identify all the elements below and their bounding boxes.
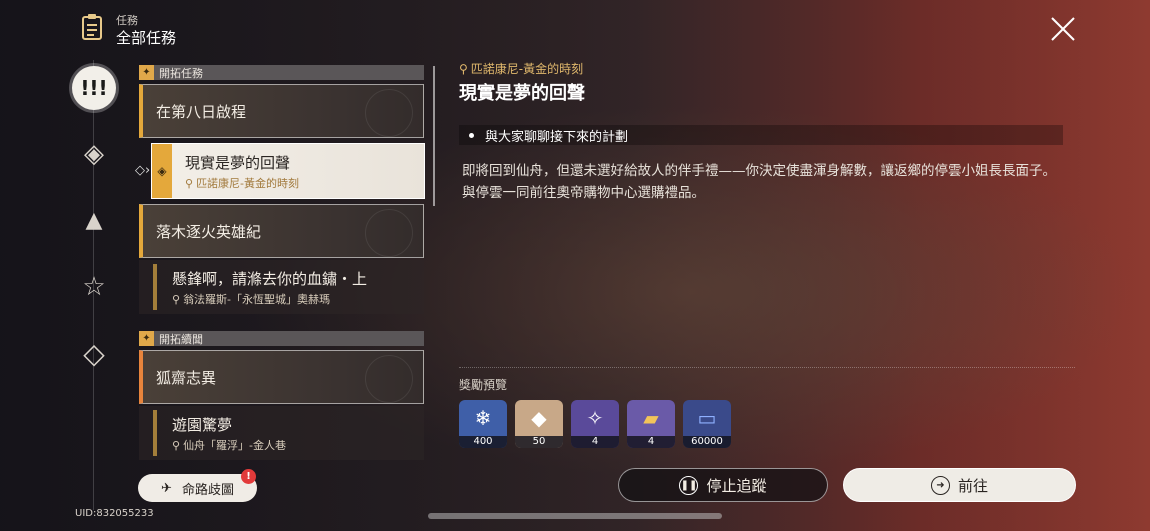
reward-count: 4 [627,436,675,448]
arrow-right-icon: ➜ [930,475,950,495]
nav-all-quests[interactable]: !!! [72,66,116,110]
reward-item[interactable]: ▭ 60000 [683,400,731,448]
quest-emblem-icon [365,89,413,137]
quest-title: 懸鋒啊，請滌去你的血鏽・上 [172,270,368,288]
quest-emblem-icon [365,209,413,257]
quest-description: 即將回到仙舟，但還未選好給故人的伴手禮——你決定使盡渾身解數，讓返鄉的停雲小姐長… [462,160,1062,204]
close-icon[interactable] [1048,14,1078,44]
description-paragraph: 即將回到仙舟，但還未選好給故人的伴手禮——你決定使盡渾身解數，讓返鄉的停雲小姐長… [462,163,1056,179]
uid-label: UID:832055233 [75,508,154,519]
credit-crystal-icon: ❄ [474,406,492,430]
diamond-icon: ◇ [83,336,105,370]
nav-daily[interactable]: ◇ [74,333,114,373]
objective-text: 與大家聊聊接下來的計劃 [485,129,629,145]
location-pin-icon: ⚲ [172,293,181,306]
detail-title: 現實是夢的回聲 [459,83,585,104]
continuance-badge-icon: ✦ [139,331,154,346]
location-pin-icon: ⚲ [185,177,194,190]
detail-location: ⚲ 匹諾康尼-黃金的時刻 [459,62,584,76]
quest-indent-bar [153,410,157,456]
quest-item-sub[interactable]: 遊園驚夢 ⚲ 仙舟「羅浮」-金人巷 [139,406,424,460]
tracked-tag-icon: ◈ [152,144,172,198]
quest-title: 狐齋志異 [156,369,217,387]
nav-companion[interactable]: ▲ [74,200,114,240]
clipboard-icon [82,14,102,40]
book-gold-icon: ▰ [643,406,659,430]
quest-item-main[interactable]: 狐齋志異 [139,350,424,404]
header-section-label: 任務 [116,14,138,27]
quest-location: ⚲ 匹諾康尼-黃金的時刻 [185,177,300,190]
quest-indent-bar [153,264,157,310]
quest-title: 現實是夢的回聲 [185,154,291,172]
reward-count: 4 [571,436,619,448]
page-title: 全部任務 [116,29,177,47]
path-map-icon: ✈ [161,480,172,496]
quest-emblem-icon [365,355,413,403]
location-pin-icon: ⚲ [172,439,181,452]
credit-card-icon: ▭ [697,406,717,430]
location-pin-icon: ⚲ [459,62,468,76]
reward-item[interactable]: ▰ 4 [627,400,675,448]
exclamation-icon: !!! [80,76,108,100]
description-paragraph: 與停雲一同前往奧帝購物中心選購禮品。 [462,185,705,201]
bullet-icon [469,132,474,138]
rewards-label: 獎勵預覽 [459,378,508,392]
quest-item-main[interactable]: 落木逐火英雄紀 [139,204,424,258]
stop-tracking-label: 停止追蹤 [706,476,767,495]
reward-count: 400 [459,436,507,448]
destiny-map-label: 命路歧圖 [181,482,234,498]
trailblaze-diamond-icon: ◈ [84,139,104,169]
selection-arrow-icon: ◇› [135,163,151,178]
star-icon: ☆ [82,272,106,302]
triangle-icon: ▲ [85,207,103,233]
pause-icon: ❚❚ [679,475,699,495]
quest-title: 在第八日啟程 [156,103,247,121]
stop-tracking-button[interactable]: ❚❚ 停止追蹤 [618,468,828,502]
material-purple-icon: ✧ [586,406,604,430]
section-header-trailblaze: ✦ 開拓任務 [139,65,424,80]
reward-item[interactable]: ◆ 50 [515,400,563,448]
quest-title: 遊園驚夢 [172,416,233,434]
nav-adventure[interactable]: ☆ [74,267,114,307]
section-header-continuance: ✦ 開拓續聞 [139,331,424,346]
quest-item-selected[interactable]: ◈ 現實是夢的回聲 ⚲ 匹諾康尼-黃金的時刻 [151,143,425,199]
reward-item[interactable]: ❄ 400 [459,400,507,448]
go-label: 前往 [957,476,988,495]
quest-item-main[interactable]: 在第八日啟程 [139,84,424,138]
reward-count: 60000 [683,436,731,448]
notification-badge: ! [241,469,256,484]
go-button[interactable]: ➜ 前往 [843,468,1076,502]
nav-trailblaze[interactable]: ◈ [74,134,114,174]
reward-item[interactable]: ✧ 4 [571,400,619,448]
destiny-map-button[interactable]: ✈ 命路歧圖 [138,474,257,502]
section-label: 開拓任務 [159,66,203,80]
section-label: 開拓續聞 [159,332,203,346]
reward-count: 50 [515,436,563,448]
stellar-jade-icon: ◆ [531,406,547,430]
home-indicator[interactable] [428,513,722,519]
quest-location: ⚲ 翁法羅斯-「永恆聖城」奧赫瑪 [172,293,331,306]
quest-title: 落木逐火英雄紀 [156,223,262,241]
trailblaze-badge-icon: ✦ [139,65,154,80]
objective-row: 與大家聊聊接下來的計劃 [459,125,1063,145]
quest-item-sub[interactable]: 懸鋒啊，請滌去你的血鏽・上 ⚲ 翁法羅斯-「永恆聖城」奧赫瑪 [139,260,424,314]
list-scrollbar[interactable] [433,66,435,206]
quest-location: ⚲ 仙舟「羅浮」-金人巷 [172,439,287,452]
divider [459,367,1075,369]
